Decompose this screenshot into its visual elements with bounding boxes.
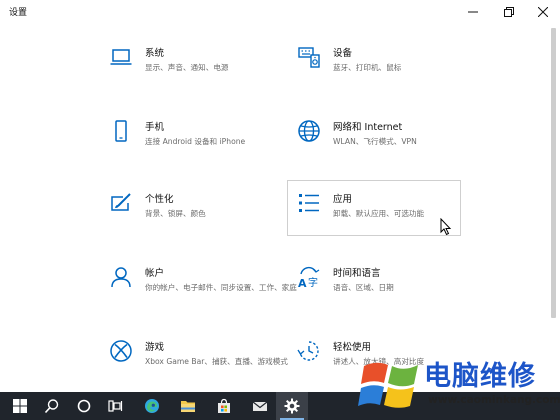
category-description: 显示、声音、通知、电源 bbox=[145, 63, 229, 72]
category-time-language[interactable]: A 字 时间和语言 语音、区域、日期 bbox=[290, 256, 464, 312]
store-bag-icon bbox=[218, 398, 230, 413]
watermark-logo: 电脑维修 www.caominkang.com bbox=[356, 350, 560, 420]
task-view-button[interactable] bbox=[100, 392, 132, 420]
category-gaming[interactable]: 游戏 Xbox Game Bar、捕获、直播、游戏模式 bbox=[102, 330, 288, 386]
time-language-icon: A 字 bbox=[298, 266, 320, 289]
mail-envelope-icon bbox=[252, 401, 268, 411]
category-description: 你的帐户、电子邮件、同步设置、工作、家庭 bbox=[145, 283, 297, 292]
category-description: Xbox Game Bar、捕获、直播、游戏模式 bbox=[145, 357, 288, 366]
mouse-cursor-icon bbox=[440, 218, 452, 236]
category-description: 背景、锁屏、颜色 bbox=[145, 209, 206, 218]
watermark-url: www.caominkang.com bbox=[428, 394, 560, 406]
category-title: 帐户 bbox=[145, 268, 165, 279]
category-description: WLAN、飞行模式、VPN bbox=[333, 137, 417, 146]
vertical-scrollbar[interactable] bbox=[551, 24, 556, 392]
task-view-icon bbox=[108, 400, 123, 412]
paintbrush-icon bbox=[111, 193, 131, 211]
minimize-icon bbox=[468, 11, 478, 13]
globe-icon bbox=[298, 120, 320, 142]
ease-of-access-icon bbox=[297, 341, 319, 361]
restore-button[interactable] bbox=[492, 0, 526, 24]
keyboard-speaker-icon bbox=[298, 47, 320, 68]
cortana-button[interactable] bbox=[68, 392, 100, 420]
apps-list-icon bbox=[299, 194, 319, 212]
mail-button[interactable] bbox=[244, 392, 276, 420]
category-system[interactable]: 系统 显示、声音、通知、电源 bbox=[102, 36, 276, 92]
gear-icon bbox=[284, 398, 300, 414]
category-accounts[interactable]: 帐户 你的帐户、电子邮件、同步设置、工作、家庭 bbox=[102, 256, 297, 312]
svg-text:A: A bbox=[298, 277, 307, 289]
category-personalization[interactable]: 个性化 背景、锁屏、颜色 bbox=[102, 182, 276, 238]
svg-text:字: 字 bbox=[308, 276, 318, 289]
restore-icon bbox=[504, 7, 514, 17]
laptop-icon bbox=[110, 49, 132, 65]
folder-icon bbox=[181, 401, 195, 412]
category-phone[interactable]: 手机 连接 Android 设备和 iPhone bbox=[102, 110, 276, 166]
category-description: 语音、区域、日期 bbox=[333, 283, 394, 292]
category-title: 个性化 bbox=[145, 194, 174, 205]
search-icon bbox=[44, 399, 59, 414]
category-description: 卸载、默认应用、可选功能 bbox=[333, 209, 425, 218]
category-devices[interactable]: 设备 蓝牙、打印机、鼠标 bbox=[290, 36, 464, 92]
category-network[interactable]: 网络和 Internet WLAN、飞行模式、VPN bbox=[290, 110, 464, 166]
category-description: 连接 Android 设备和 iPhone bbox=[145, 137, 246, 146]
edge-icon bbox=[145, 399, 159, 413]
windows-flag-logo-icon bbox=[358, 362, 418, 408]
category-title: 时间和语言 bbox=[333, 268, 381, 279]
category-title: 网络和 Internet bbox=[333, 122, 403, 133]
scrollbar-thumb[interactable] bbox=[551, 28, 556, 318]
edge-browser-button[interactable] bbox=[136, 392, 168, 420]
phone-icon bbox=[115, 120, 127, 142]
store-button[interactable] bbox=[208, 392, 240, 420]
category-title: 系统 bbox=[145, 48, 165, 59]
window-title: 设置 bbox=[9, 8, 28, 18]
close-icon bbox=[538, 7, 548, 17]
title-bar: 设置 bbox=[0, 0, 560, 24]
minimize-button[interactable] bbox=[456, 0, 490, 24]
category-title: 手机 bbox=[145, 122, 165, 133]
watermark-text: 电脑维修 bbox=[424, 361, 536, 392]
file-explorer-button[interactable] bbox=[172, 392, 204, 420]
close-button[interactable] bbox=[526, 0, 560, 24]
category-description: 蓝牙、打印机、鼠标 bbox=[333, 63, 402, 72]
category-apps[interactable]: 应用 卸载、默认应用、可选功能 bbox=[287, 180, 461, 236]
taskbar-search-button[interactable] bbox=[36, 392, 68, 420]
category-title: 设备 bbox=[333, 48, 353, 59]
category-title: 游戏 bbox=[145, 342, 165, 353]
settings-window: 设置 系统 显示、声音、通知、电源 设备 蓝牙、打印机、鼠标 手机 连接 And… bbox=[0, 0, 560, 392]
person-icon bbox=[111, 267, 131, 288]
start-button[interactable] bbox=[4, 392, 36, 420]
category-title: 应用 bbox=[333, 194, 353, 205]
settings-taskbar-button[interactable] bbox=[276, 392, 308, 420]
cortana-circle-icon bbox=[77, 399, 91, 413]
xbox-icon bbox=[110, 340, 132, 362]
windows-logo-icon bbox=[13, 399, 27, 413]
